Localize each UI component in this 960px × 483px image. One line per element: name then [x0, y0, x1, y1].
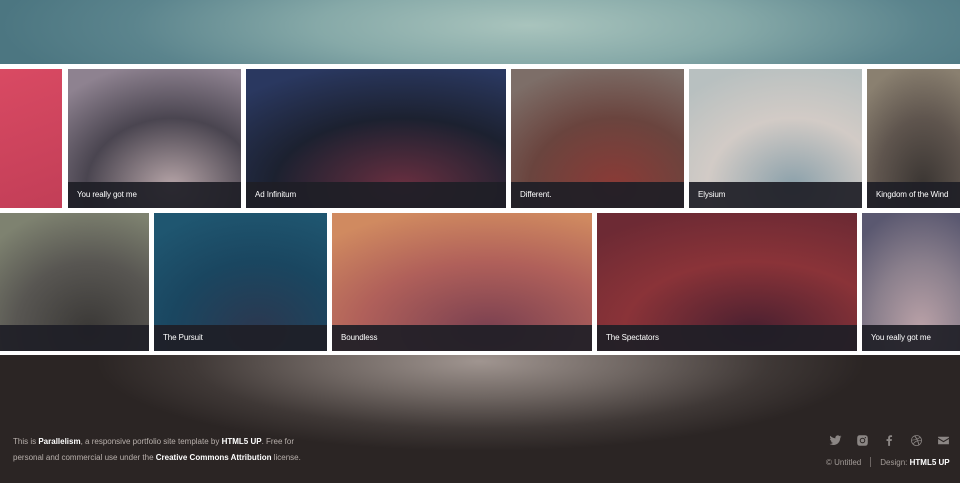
tile-caption: You really got me: [862, 325, 960, 351]
gallery-tile[interactable]: Boundless: [332, 213, 592, 351]
header-banner: [0, 0, 960, 64]
tile-caption: [0, 325, 149, 351]
gallery-tile[interactable]: Kingdom of the Wind: [867, 69, 960, 208]
instagram-icon[interactable]: [855, 433, 869, 447]
tile-caption: Different.: [511, 182, 684, 208]
dribbble-icon[interactable]: [909, 433, 923, 447]
gallery-tile[interactable]: [0, 69, 62, 208]
credits-text: license.: [271, 453, 301, 462]
tile-caption: Kingdom of the Wind: [867, 182, 960, 208]
license-link[interactable]: Creative Commons Attribution: [156, 453, 272, 462]
design-label: Design:: [880, 457, 908, 467]
credits-text: , a responsive portfolio site template b…: [80, 437, 222, 446]
gallery-tile[interactable]: The Spectators: [597, 213, 857, 351]
footer-credits: This is Parallelism, a responsive portfo…: [13, 434, 313, 466]
tile-caption: Elysium: [689, 182, 862, 208]
tile-caption: Boundless: [332, 325, 592, 351]
tile-caption: You really got me: [68, 182, 241, 208]
credits-text: This is: [13, 437, 39, 446]
copyright-text: © Untitled: [826, 457, 862, 467]
copyright-bar: © Untitled Design: HTML5 UP: [826, 457, 950, 467]
gallery-tile[interactable]: Different.: [511, 69, 684, 208]
credits-text: personal and commercial use under the: [13, 453, 156, 462]
gallery-tile[interactable]: [0, 213, 149, 351]
twitter-icon[interactable]: [828, 433, 842, 447]
gallery-tile[interactable]: You really got me: [68, 69, 241, 208]
tile-caption: The Pursuit: [154, 325, 327, 351]
facebook-icon[interactable]: [882, 433, 896, 447]
gallery-tile[interactable]: The Pursuit: [154, 213, 327, 351]
gallery-tile[interactable]: You really got me: [862, 213, 960, 351]
credits-text: . Free for: [261, 437, 295, 446]
brand-name: Parallelism: [38, 437, 81, 446]
email-icon[interactable]: [936, 433, 950, 447]
tile-caption: The Spectators: [597, 325, 857, 351]
gallery-tile[interactable]: Ad Infinitum: [246, 69, 506, 208]
author-link[interactable]: HTML5 UP: [222, 437, 262, 446]
separator: [870, 457, 872, 467]
gallery-tile[interactable]: Elysium: [689, 69, 862, 208]
tile-caption: Ad Infinitum: [246, 182, 506, 208]
social-links: [828, 433, 950, 447]
design-author-link[interactable]: HTML5 UP: [910, 458, 950, 467]
